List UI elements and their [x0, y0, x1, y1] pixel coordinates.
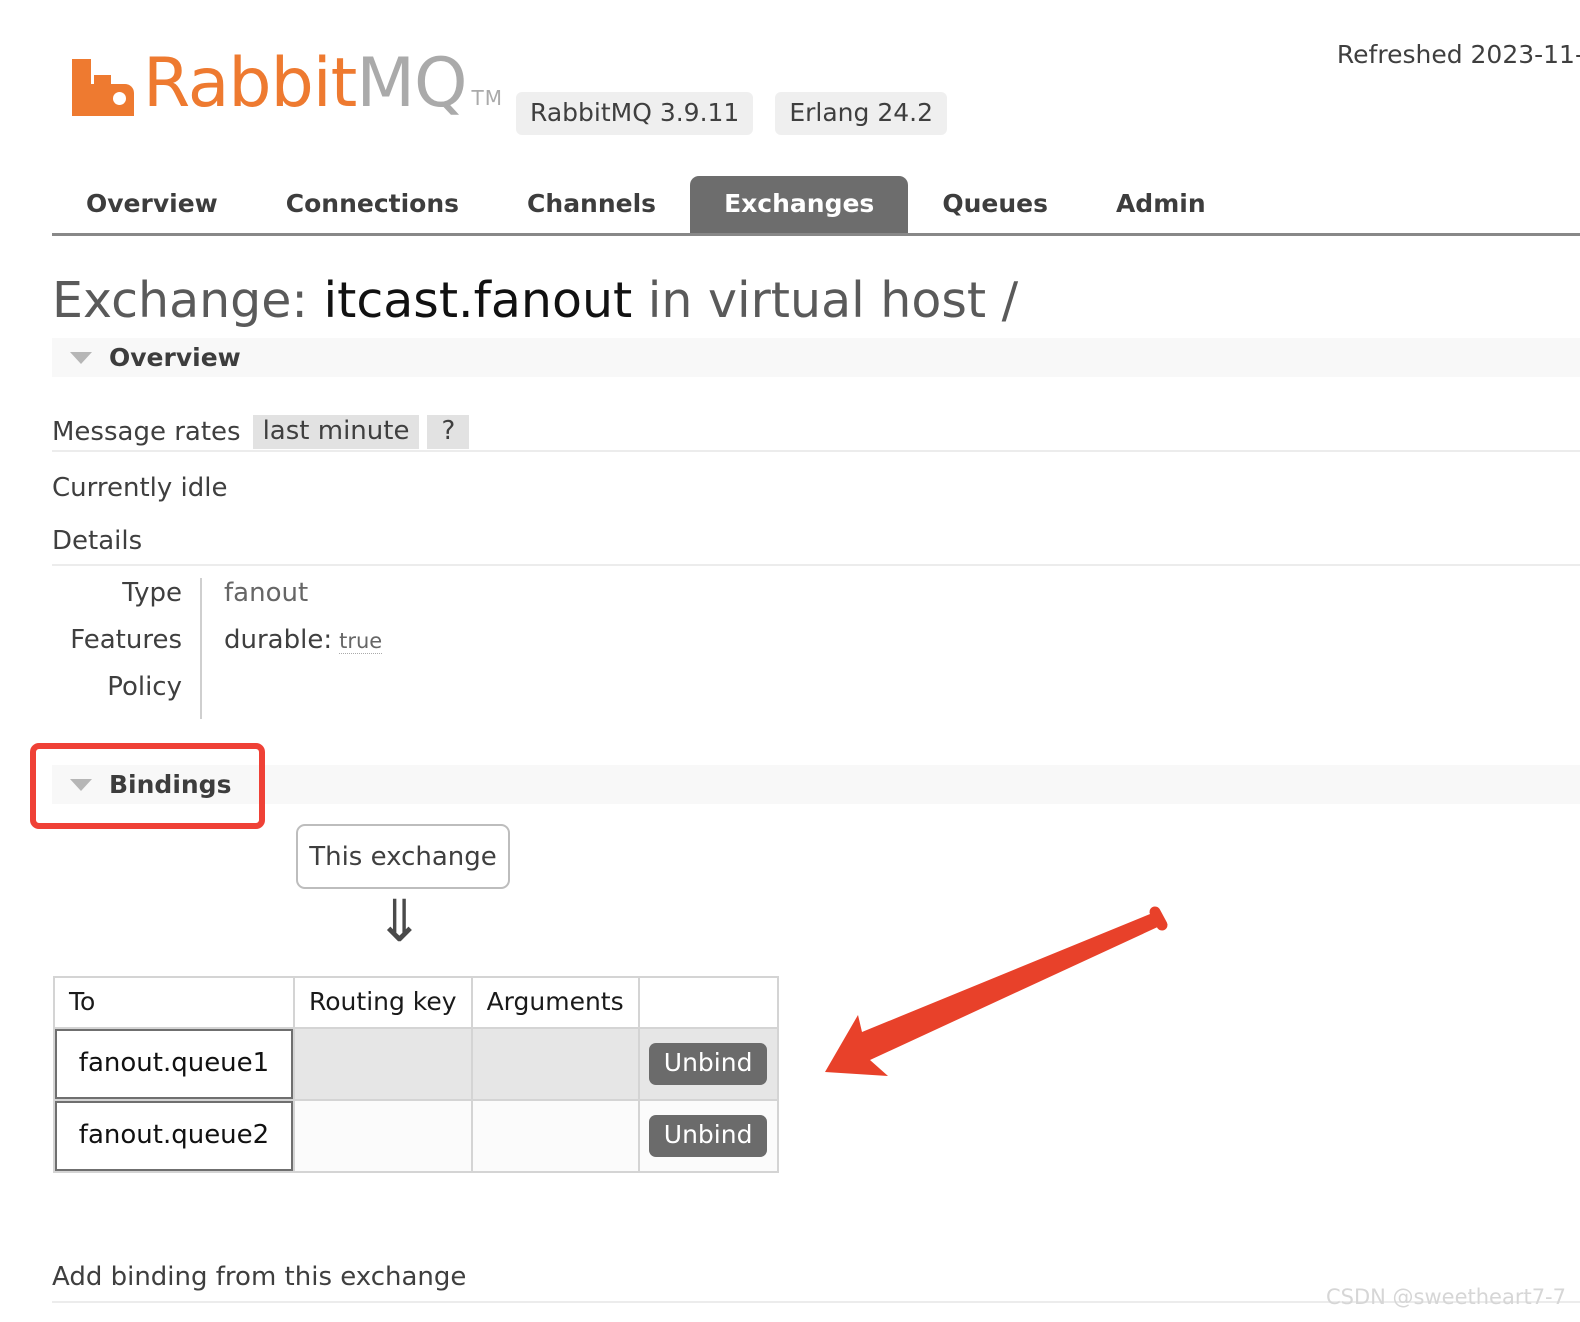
detail-key-policy: Policy: [107, 672, 182, 702]
bindings-table-header-row: To Routing key Arguments: [53, 976, 779, 1029]
logo-trademark: TM: [471, 86, 503, 110]
binding-to-cell: fanout.queue2: [53, 1099, 295, 1173]
binding-action-cell: Unbind: [637, 1099, 779, 1173]
queue-link[interactable]: fanout.queue2: [55, 1101, 293, 1171]
detail-row-type: Type fanout: [52, 578, 652, 625]
arrow-tail-cap: [1149, 906, 1168, 931]
logo-text-rabbit: Rabbit: [143, 44, 357, 123]
rabbit-logo-icon: [72, 54, 134, 116]
flow-down-arrow-icon: ⇓: [375, 887, 424, 955]
detail-features-durable-value: true: [339, 629, 383, 654]
section-overview-label: Overview: [109, 343, 241, 372]
detail-value-features: durable: true: [200, 625, 600, 672]
page-title-suffix: in virtual host /: [632, 272, 1019, 329]
main-navigation: Overview Connections Channels Exchanges …: [52, 176, 1580, 236]
page-title-prefix: Exchange:: [52, 272, 324, 329]
tab-exchanges[interactable]: Exchanges: [690, 176, 909, 233]
tab-overview[interactable]: Overview: [52, 176, 252, 233]
tab-connections[interactable]: Connections: [252, 176, 493, 233]
table-row: fanout.queue2 Unbind: [53, 1099, 779, 1173]
column-header-actions: [637, 976, 779, 1029]
section-bindings[interactable]: Bindings: [52, 765, 1580, 804]
detail-key-type: Type: [122, 578, 182, 608]
table-row: fanout.queue1 Unbind: [53, 1027, 779, 1101]
bindings-table: To Routing key Arguments fanout.queue1 U…: [53, 976, 779, 1173]
detail-row-policy: Policy: [52, 672, 652, 719]
binding-routing-key-cell: [293, 1099, 473, 1173]
exchange-details-list: Type fanout Features durable: true Policy: [52, 578, 652, 719]
page-title: Exchange: itcast.fanout in virtual host …: [52, 272, 1018, 330]
help-icon[interactable]: ?: [427, 415, 470, 449]
binding-routing-key-cell: [293, 1027, 473, 1101]
unbind-button[interactable]: Unbind: [648, 1115, 768, 1157]
logo-eye: [113, 92, 126, 105]
version-badges: RabbitMQ 3.9.11 Erlang 24.2: [516, 92, 948, 135]
badge-rabbitmq-version: RabbitMQ 3.9.11: [516, 92, 754, 135]
binding-arguments-cell: [470, 1099, 640, 1173]
section-overview[interactable]: Overview: [52, 338, 1580, 377]
page-title-exchange-name: itcast.fanout: [323, 272, 633, 329]
logo-text-mq: MQ: [356, 44, 467, 123]
column-header-routing-key[interactable]: Routing key: [293, 976, 473, 1029]
annotation-arrow: [825, 906, 1168, 1076]
chevron-down-icon[interactable]: [70, 351, 92, 364]
message-rates-period-chip[interactable]: last minute: [252, 415, 420, 449]
message-rates-row: Message rates last minute ?: [52, 414, 1580, 452]
message-rates-status: Currently idle: [52, 473, 228, 503]
arrow-shape: [825, 912, 1162, 1076]
rabbitmq-logo[interactable]: Rabbit MQ TM: [72, 44, 503, 123]
detail-value-policy: [200, 672, 600, 719]
tab-admin[interactable]: Admin: [1082, 176, 1240, 233]
message-rates-label: Message rates: [52, 417, 241, 447]
column-header-to[interactable]: To: [53, 976, 295, 1029]
annotation-highlight-box: [30, 743, 265, 829]
this-exchange-box: This exchange: [296, 824, 510, 889]
rabbitmq-management-page: Refreshed 2023-11- Rabbit MQ TM RabbitMQ…: [0, 0, 1580, 1322]
queue-link[interactable]: fanout.queue1: [55, 1029, 293, 1099]
detail-value-type: fanout: [200, 578, 600, 625]
detail-key-features: Features: [70, 625, 182, 655]
tab-queues[interactable]: Queues: [908, 176, 1082, 233]
unbind-button[interactable]: Unbind: [648, 1043, 768, 1085]
binding-action-cell: Unbind: [637, 1027, 779, 1101]
detail-row-features: Features durable: true: [52, 625, 652, 672]
details-label: Details: [52, 526, 1580, 566]
this-exchange-label: This exchange: [309, 841, 497, 872]
binding-to-cell: fanout.queue1: [53, 1027, 295, 1101]
column-header-arguments[interactable]: Arguments: [470, 976, 640, 1029]
binding-arguments-cell: [470, 1027, 640, 1101]
tab-channels[interactable]: Channels: [493, 176, 690, 233]
refreshed-timestamp: Refreshed 2023-11-: [1336, 40, 1580, 69]
detail-features-durable-label: durable:: [224, 625, 333, 655]
watermark: CSDN @sweetheart7-7: [1325, 1285, 1566, 1309]
badge-erlang-version: Erlang 24.2: [775, 92, 948, 135]
